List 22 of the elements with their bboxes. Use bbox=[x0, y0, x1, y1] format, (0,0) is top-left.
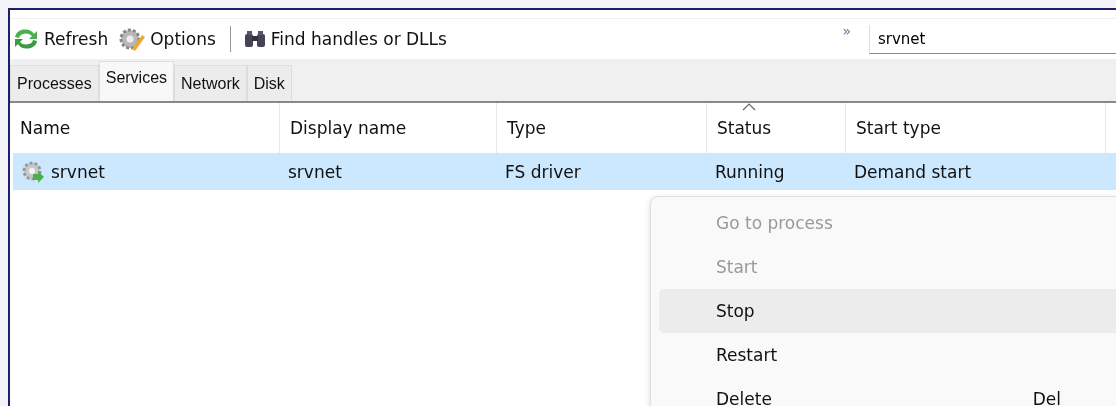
table-cell: srvnet bbox=[288, 161, 342, 182]
table-cell: Running bbox=[715, 161, 785, 182]
table-cell: srvnet bbox=[51, 161, 105, 182]
tab[interactable]: Disk bbox=[246, 65, 292, 101]
toolbar-button[interactable]: Find handles or DLLs bbox=[240, 29, 455, 49]
toolbar-button[interactable]: Options bbox=[116, 27, 224, 51]
gear-pencil-icon bbox=[118, 27, 147, 51]
search-field[interactable]: srvnet bbox=[869, 24, 1116, 54]
tab[interactable]: Processes bbox=[10, 65, 99, 101]
menu-item[interactable]: Stop bbox=[659, 289, 1116, 333]
menu-item[interactable]: Restart bbox=[659, 333, 1116, 377]
table-cell: FS driver bbox=[505, 161, 581, 182]
tab[interactable]: Network bbox=[174, 65, 247, 101]
chevron-icon[interactable]: » bbox=[842, 23, 851, 39]
table-cell: Demand start bbox=[854, 161, 972, 182]
menu-item[interactable]: Delete Del bbox=[659, 377, 1116, 406]
service-gear-icon bbox=[21, 159, 45, 184]
toolbar-button[interactable]: Refresh bbox=[10, 28, 117, 50]
binoculars-icon bbox=[242, 29, 267, 49]
table-row[interactable]: srvnet srvnet FS driver Running Demand start bbox=[13, 153, 1116, 190]
refresh-icon bbox=[12, 28, 40, 50]
tab[interactable]: Services bbox=[98, 61, 175, 101]
